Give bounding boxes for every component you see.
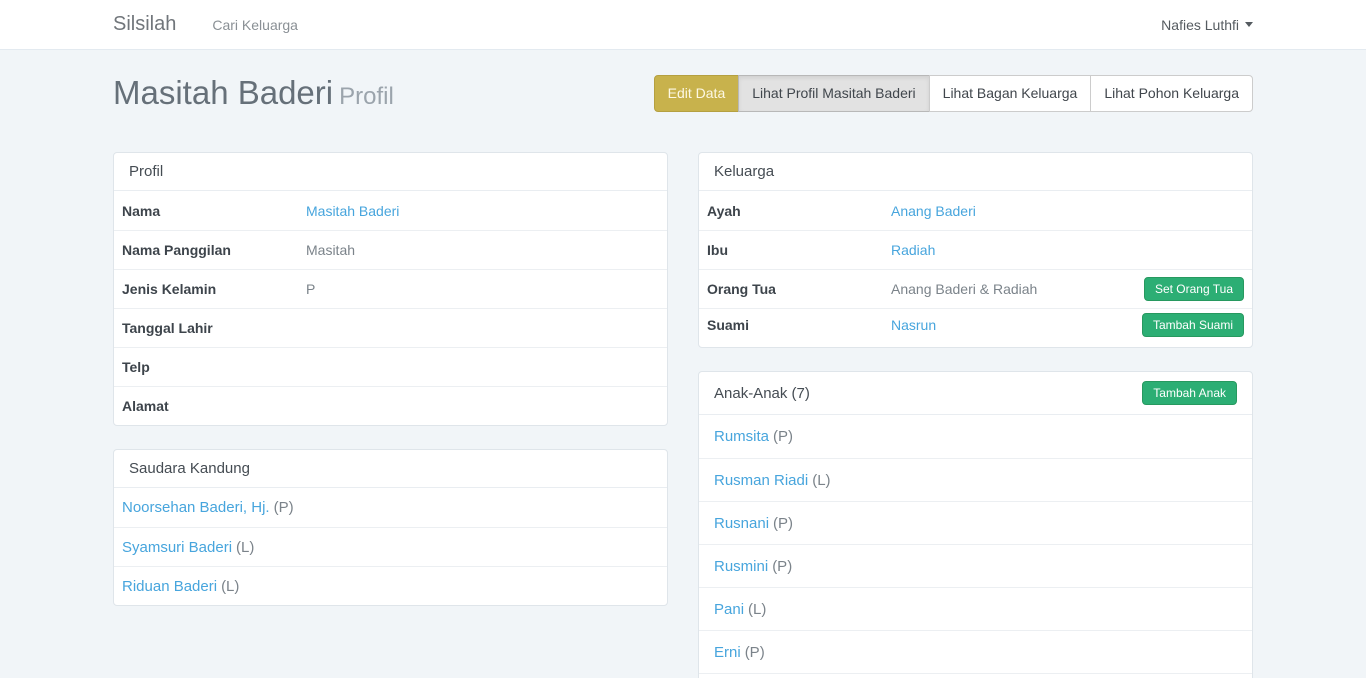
gender-tag: (L) [221,578,239,595]
right-column: Keluarga Ayah Anang Baderi Ibu Radiah Or… [698,152,1253,678]
gender-tag: (P) [773,428,793,445]
list-item: Rusmini (P) [699,544,1252,587]
table-row: Nama Panggilan Masitah [114,230,667,269]
chevron-down-icon [1245,22,1253,27]
lihat-pohon-keluarga-button[interactable]: Lihat Pohon Keluarga [1090,75,1253,112]
gender-tag: (P) [274,499,294,516]
profil-panel-title: Profil [129,163,163,180]
table-row: Telp [114,347,667,386]
row-value: Masitah [306,242,659,258]
keluarga-panel-title: Keluarga [714,163,774,180]
anak-panel-heading: Anak-Anak (7) Tambah Anak [699,372,1252,415]
person-link[interactable]: Rumsita [714,428,769,445]
table-row: Tanggal Lahir [114,308,667,347]
gender-tag: (P) [772,558,792,575]
tambah-suami-button[interactable]: Tambah Suami [1142,313,1244,337]
table-row: Ibu Radiah [699,230,1252,269]
brand-silsilah[interactable]: Silsilah [113,13,176,36]
lihat-bagan-keluarga-button[interactable]: Lihat Bagan Keluarga [929,75,1092,112]
page-header: Masitah BaderiProfil Edit Data Lihat Pro… [113,73,1253,117]
person-link[interactable]: Nasrun [891,317,936,333]
row-label: Ibu [707,242,891,258]
gender-tag: (P) [745,644,765,661]
row-value: P [306,281,659,297]
saudara-kandung-panel: Saudara Kandung Noorsehan Baderi, Hj. (P… [113,449,668,606]
row-label: Telp [122,359,306,375]
gender-tag: (L) [812,472,830,489]
person-name: Masitah Baderi [113,74,333,111]
list-item: Rusnani (P) [699,501,1252,544]
person-link[interactable]: Masitah Baderi [306,203,399,219]
saudara-panel-heading: Saudara Kandung [114,450,667,488]
list-item: Pani (L) [699,587,1252,630]
list-item: Erni (P) [699,630,1252,673]
keluarga-panel-heading: Keluarga [699,153,1252,191]
navbar: Silsilah Cari Keluarga Nafies Luthfi [0,0,1366,50]
page-subtitle: Profil [339,83,394,110]
saudara-panel-title: Saudara Kandung [129,460,250,477]
lihat-profil-button[interactable]: Lihat Profil Masitah Baderi [738,75,929,112]
list-item: Rumsita (P) [699,415,1252,458]
table-row: Orang Tua Anang Baderi & Radiah Set Oran… [699,269,1252,308]
person-link[interactable]: Radiah [891,242,935,258]
table-row: Ayah Anang Baderi [699,191,1252,230]
page-title: Masitah BaderiProfil [113,73,394,117]
nav-item-cari-keluarga[interactable]: Cari Keluarga [212,17,298,33]
row-label: Jenis Kelamin [122,281,306,297]
profil-panel: Profil Nama Masitah Baderi Nama Panggila… [113,152,668,426]
user-dropdown-label: Nafies Luthfi [1161,17,1239,33]
anak-anak-panel: Anak-Anak (7) Tambah Anak Rumsita (P) Ru… [698,371,1253,678]
person-link[interactable]: Rusmini [714,558,768,575]
anak-panel-title: Anak-Anak (7) [714,385,810,402]
keluarga-table: Ayah Anang Baderi Ibu Radiah Orang Tua A… [699,191,1252,347]
profile-action-button-group: Edit Data Lihat Profil Masitah Baderi Li… [654,75,1253,112]
user-dropdown[interactable]: Nafies Luthfi [1161,17,1253,33]
list-item: Noorsehan Baderi, Hj. (P) [114,488,667,527]
row-label: Ayah [707,203,891,219]
table-row: Jenis Kelamin P [114,269,667,308]
saudara-list: Noorsehan Baderi, Hj. (P) Syamsuri Bader… [114,488,667,605]
row-label: Nama Panggilan [122,242,306,258]
person-link[interactable]: Noorsehan Baderi, Hj. [122,499,270,516]
profil-panel-heading: Profil [114,153,667,191]
list-item: Riduan Baderi (L) [114,566,667,605]
row-label: Nama [122,203,306,219]
person-link[interactable]: Anang Baderi [891,203,976,219]
left-column: Profil Nama Masitah Baderi Nama Panggila… [113,152,668,678]
row-label: Suami [707,317,891,333]
row-label: Tanggal Lahir [122,320,306,336]
list-item: Rusman Riadi (L) [699,458,1252,501]
keluarga-panel: Keluarga Ayah Anang Baderi Ibu Radiah Or… [698,152,1253,348]
gender-tag: (L) [748,601,766,618]
person-link[interactable]: Pani [714,601,744,618]
list-item: Syamsuri Baderi (L) [114,527,667,566]
set-orang-tua-button[interactable]: Set Orang Tua [1144,277,1244,301]
profil-table: Nama Masitah Baderi Nama Panggilan Masit… [114,191,667,425]
table-row: Nama Masitah Baderi [114,191,667,230]
tambah-anak-button[interactable]: Tambah Anak [1142,381,1237,405]
anak-list: Rumsita (P) Rusman Riadi (L) Rusnani (P)… [699,415,1252,678]
table-row: Suami Nasrun Tambah Suami [699,308,1252,347]
person-link[interactable]: Rusman Riadi [714,472,808,489]
list-item-clipped [699,673,1252,678]
gender-tag: (P) [773,515,793,532]
row-value: Anang Baderi & Radiah [891,281,1144,297]
person-link[interactable]: Syamsuri Baderi [122,539,232,556]
person-link[interactable]: Erni [714,644,741,661]
edit-data-button[interactable]: Edit Data [654,75,740,112]
person-link[interactable]: Rusnani [714,515,769,532]
gender-tag: (L) [236,539,254,556]
row-label: Alamat [122,398,306,414]
row-label: Orang Tua [707,281,891,297]
table-row: Alamat [114,386,667,425]
person-link[interactable]: Riduan Baderi [122,578,217,595]
